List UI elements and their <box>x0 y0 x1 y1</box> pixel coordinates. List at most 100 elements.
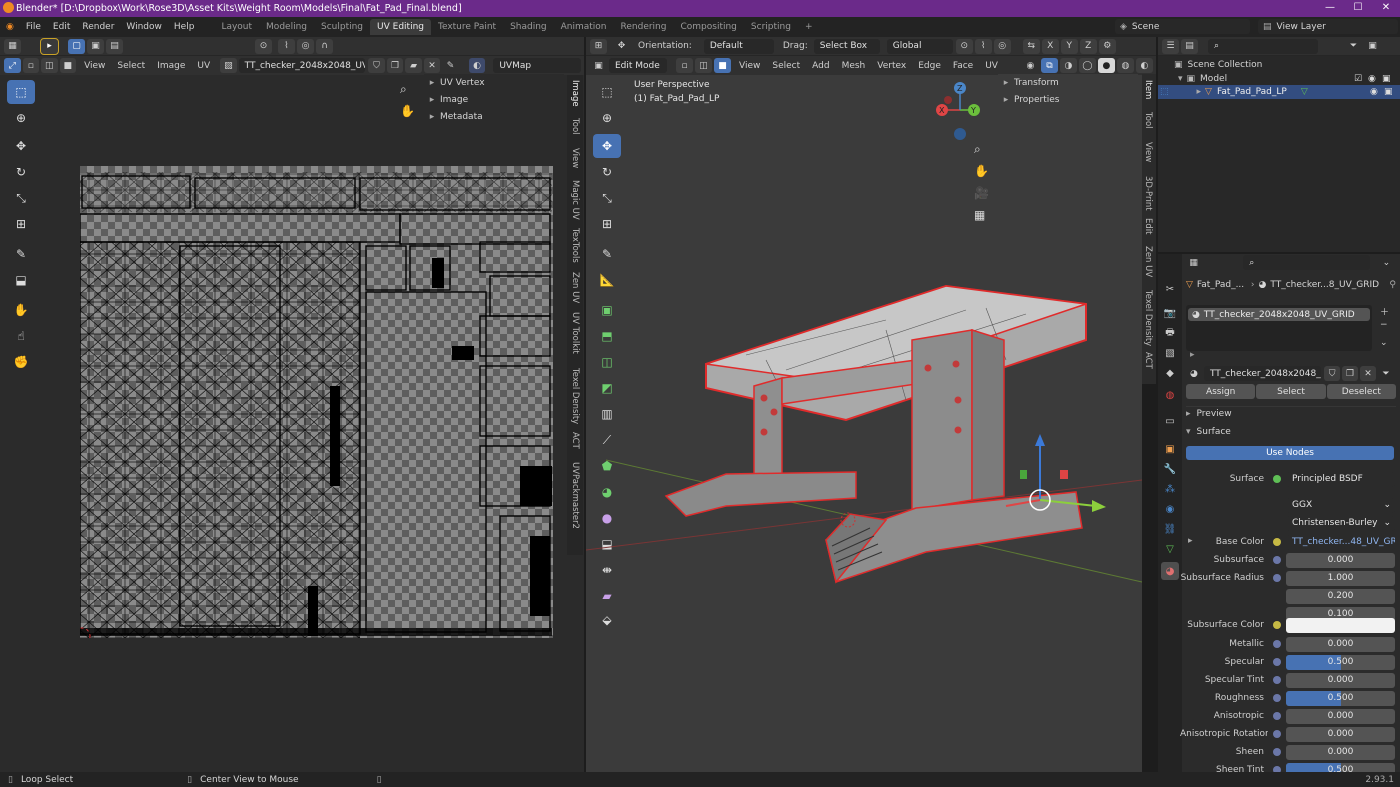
uvmap-field[interactable]: UVMap <box>493 58 582 73</box>
viewport-rotate-tool-icon[interactable]: ↻ <box>593 160 621 184</box>
scene-selector[interactable]: ◈ Scene <box>1115 19 1250 34</box>
viewport-select-tool-icon[interactable]: ⬚ <box>593 80 621 104</box>
face-select-icon[interactable]: ■ <box>59 58 77 73</box>
uv-rotate-tool-icon[interactable]: ↻ <box>7 160 35 184</box>
maximize-button[interactable]: ☐ <box>1344 0 1372 17</box>
rendered-shading-icon[interactable]: ◐ <box>1135 58 1153 73</box>
viewport-editor-type-icon[interactable]: ⊞ <box>590 38 607 54</box>
tab-compositing[interactable]: Compositing <box>673 19 743 35</box>
uv-menu-uv[interactable]: UV <box>191 61 216 71</box>
remove-slot-button[interactable]: − <box>1380 320 1388 330</box>
prop-value-field[interactable]: TT_checker...48_UV_GRID <box>1286 534 1395 550</box>
tab-sculpting[interactable]: Sculpting <box>314 19 370 35</box>
display-channels-icon[interactable]: ◐ <box>468 58 486 73</box>
transform-gizmo-icon[interactable]: ✥ <box>613 39 630 54</box>
outliner-search-input[interactable]: ⌕ <box>1208 38 1318 54</box>
output-tab-icon[interactable]: 🖶 <box>1161 324 1179 342</box>
collection-tab-icon[interactable]: ▭ <box>1161 412 1179 430</box>
socket-icon[interactable] <box>1273 676 1281 684</box>
select-mode-new-icon[interactable]: ▢ <box>68 38 85 54</box>
tab-uv-toolkit[interactable]: UV Toolkit <box>570 312 580 354</box>
uv-menu-select[interactable]: Select <box>111 61 151 71</box>
uv-grab-tool-icon[interactable]: ✋ <box>7 298 35 322</box>
tab-tool[interactable]: Tool <box>570 118 580 135</box>
add-slot-button[interactable]: ＋ <box>1380 305 1389 318</box>
viewport-menu-uv[interactable]: UV <box>979 61 1004 71</box>
snap-icon[interactable]: ⌇ <box>278 38 295 54</box>
xray-icon[interactable]: ⧉ <box>1040 58 1058 73</box>
vertex-select-icon[interactable]: ▫ <box>22 58 40 73</box>
properties-options-icon[interactable]: ⌄ <box>1379 255 1394 270</box>
tab-modeling[interactable]: Modeling <box>259 19 314 35</box>
tab-animation[interactable]: Animation <box>554 19 614 35</box>
open-image-icon[interactable]: ▰ <box>405 58 422 73</box>
tab-view[interactable]: View <box>570 148 580 168</box>
outliner-row-model[interactable]: ▾ ▣ Model ☑ ◉ ▣ <box>1178 72 1398 86</box>
tab-zen-uv[interactable]: Zen UV <box>570 272 580 303</box>
base-color-expand-icon[interactable]: ▸ <box>1188 536 1193 546</box>
uv-layout-canvas[interactable] <box>80 166 553 638</box>
uv-menu-view[interactable]: View <box>78 61 111 71</box>
viewport-menu-edge[interactable]: Edge <box>912 61 947 71</box>
tool-settings-tab-icon[interactable]: ✂ <box>1161 280 1179 298</box>
unlink-image-icon[interactable]: ✕ <box>423 58 441 73</box>
material-unlink-icon[interactable]: ✕ <box>1360 366 1377 381</box>
edge-select-icon[interactable]: ◫ <box>41 58 58 73</box>
overlays-icon[interactable]: ◑ <box>1059 58 1077 73</box>
prop-value-field[interactable]: Principled BSDF <box>1286 471 1395 487</box>
render-object-icon[interactable]: ▣ <box>1384 87 1393 97</box>
viewport-move-tool-icon[interactable]: ✥ <box>593 134 621 158</box>
tab-viewport-act[interactable]: ACT <box>1143 352 1153 369</box>
tab-viewport-zen-uv[interactable]: Zen UV <box>1143 246 1153 277</box>
socket-icon[interactable] <box>1273 556 1281 564</box>
browse-material-icon[interactable]: ◕ <box>1186 366 1202 381</box>
duplicate-image-icon[interactable]: ❐ <box>386 58 404 73</box>
navigation-gizmo[interactable]: X Y Z <box>930 78 990 140</box>
tab-rendering[interactable]: Rendering <box>614 19 674 35</box>
view-layer-tab-icon[interactable]: ▧ <box>1161 344 1179 362</box>
prop-value-field[interactable]: 0.000 <box>1286 672 1395 688</box>
prop-value-field[interactable]: GGX ⌄ <box>1286 497 1395 513</box>
image-browse-icon[interactable]: ▨ <box>220 58 237 73</box>
prop-value-field[interactable]: 0.000 <box>1286 744 1395 760</box>
outliner-row-scene-collection[interactable]: ▣ Scene Collection <box>1174 58 1262 72</box>
options-icon[interactable]: ⚙ <box>1098 38 1116 54</box>
blender-menu-icon[interactable]: ◉ <box>0 22 20 32</box>
uv-pan-icon[interactable]: ✋ <box>400 104 415 118</box>
viewport-menu-select[interactable]: Select <box>766 61 806 71</box>
editor-type-icon[interactable]: ▦ <box>4 38 21 54</box>
slot-list-expand-icon[interactable]: ▸ <box>1190 350 1195 360</box>
section-preview[interactable]: ▸ Preview <box>1186 406 1396 421</box>
tab-shading[interactable]: Shading <box>503 19 554 35</box>
pivot-point-icon[interactable]: ⊙ <box>955 38 973 54</box>
viewport-scene[interactable] <box>586 260 1142 600</box>
prop-value-field[interactable]: 0.000 <box>1286 636 1395 652</box>
panel-transform[interactable]: ▸ Transform <box>998 74 1138 91</box>
pin-properties-icon[interactable]: ⚲ <box>1389 280 1396 290</box>
tab-viewport-texel-density[interactable]: Texel Density <box>1143 290 1153 346</box>
select-mode-extend-icon[interactable]: ▣ <box>87 38 104 54</box>
viewport-pan-icon[interactable]: ✋ <box>974 164 989 178</box>
tab-magic-uv[interactable]: Magic UV <box>570 180 580 220</box>
select-mode-subtract-icon[interactable]: ▤ <box>106 38 123 54</box>
camera-view-icon[interactable]: 🎥 <box>974 186 989 200</box>
view-layer-selector[interactable]: ▤ View Layer <box>1258 19 1398 34</box>
viewport-menu-vertex[interactable]: Vertex <box>871 61 912 71</box>
mesh-data-tab-icon[interactable]: ▽ <box>1161 540 1179 558</box>
face-mode-icon[interactable]: ■ <box>714 58 731 73</box>
prop-value-field[interactable]: Christensen-Burley ⌄ <box>1286 515 1395 531</box>
minimize-button[interactable]: — <box>1316 0 1344 17</box>
object-tab-icon[interactable]: ▣ <box>1161 440 1179 458</box>
tab-texture-paint[interactable]: Texture Paint <box>431 19 503 35</box>
orientation-dropdown[interactable]: Default <box>703 38 774 54</box>
edge-mode-icon[interactable]: ◫ <box>695 58 712 73</box>
socket-icon[interactable] <box>1273 694 1281 702</box>
uv-relax-tool-icon[interactable]: ☝ <box>7 324 35 348</box>
use-nodes-button[interactable]: Use Nodes <box>1186 446 1394 460</box>
outliner-editor-type-icon[interactable]: ☰ <box>1162 38 1179 54</box>
tab-image[interactable]: Image <box>570 80 580 107</box>
tab-layout[interactable]: Layout <box>214 19 259 35</box>
tab-viewport-tool[interactable]: Tool <box>1143 112 1153 129</box>
material-name-field[interactable]: TT_checker_2048x2048_U... <box>1203 366 1322 381</box>
add-workspace-button[interactable]: + <box>798 19 820 35</box>
